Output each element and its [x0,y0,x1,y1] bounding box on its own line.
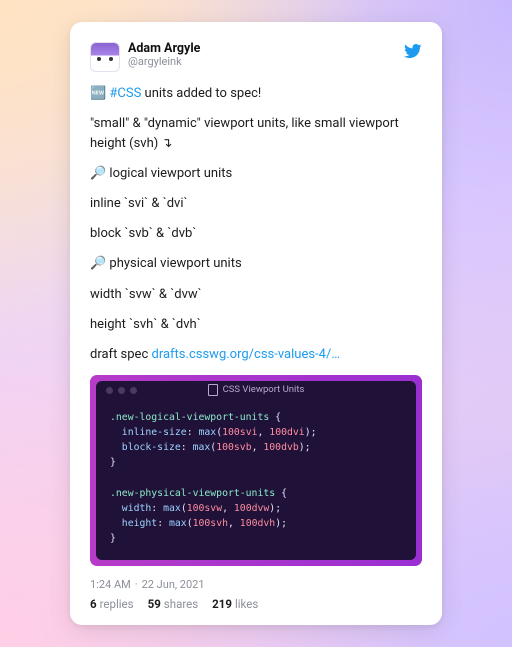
tweet-timestamp[interactable]: 1:24 AM·22 Jun, 2021 [90,578,422,591]
avatar[interactable] [90,42,120,72]
code-titlebar: CSS Viewport Units [96,381,416,400]
likes-stat[interactable]: 219likes [212,597,258,611]
draft-label: draft spec [90,347,151,362]
draft-spec-link[interactable]: drafts.csswg.org/css-values-4/#… [151,345,346,365]
section-logical-heading: 🔎 logical viewport units [90,164,422,184]
code-title: CSS Viewport Units [223,383,305,398]
tweet-time: 1:24 AM [90,578,131,591]
intro-emoji: 🆕 [90,86,109,101]
window-dot-icon [118,387,125,394]
code-block: .new-logical-viewport-units { inline-siz… [96,400,416,561]
tweet-header: Adam Argyle @argyleink [90,42,422,72]
author-handle: @argyleink [128,56,404,69]
code-image: CSS Viewport Units .new-logical-viewport… [90,375,422,567]
tweet-date: 22 Jun, 2021 [142,578,205,591]
draft-spec-line: draft spec drafts.csswg.org/css-values-4… [90,345,422,365]
shares-stat[interactable]: 59shares [148,597,199,611]
section-physical-heading: 🔎 physical viewport units [90,254,422,274]
tweet-line-intro: 🆕 #CSS units added to spec! [90,84,422,104]
section-logical-block: block `svb` & `dvb` [90,224,422,244]
window-dot-icon [130,387,137,394]
code-window: CSS Viewport Units .new-logical-viewport… [96,381,416,561]
section-physical-height: height `svh` & `dvh` [90,315,422,335]
tweet-body: 🆕 #CSS units added to spec! "small" & "d… [90,84,422,567]
author-display-name: Adam Argyle [128,42,404,56]
page-background: Adam Argyle @argyleink 🆕 #CSS units adde… [0,0,512,647]
file-icon [208,384,218,396]
tweet-line-desc: "small" & "dynamic" viewport units, like… [90,114,422,154]
replies-stat[interactable]: 6replies [90,597,134,611]
section-physical-width: width `svw` & `dvw` [90,285,422,305]
section-logical-inline: inline `svi` & `dvi` [90,194,422,214]
tweet-stats: 6replies 59shares 219likes [90,597,422,611]
window-controls [106,387,137,394]
author-names[interactable]: Adam Argyle @argyleink [128,42,404,69]
hashtag-css[interactable]: #CSS [109,86,141,101]
tweet-card: Adam Argyle @argyleink 🆕 #CSS units adde… [70,22,442,626]
intro-suffix: units added to spec! [141,86,261,101]
window-dot-icon [106,387,113,394]
twitter-logo-icon[interactable] [404,42,422,64]
